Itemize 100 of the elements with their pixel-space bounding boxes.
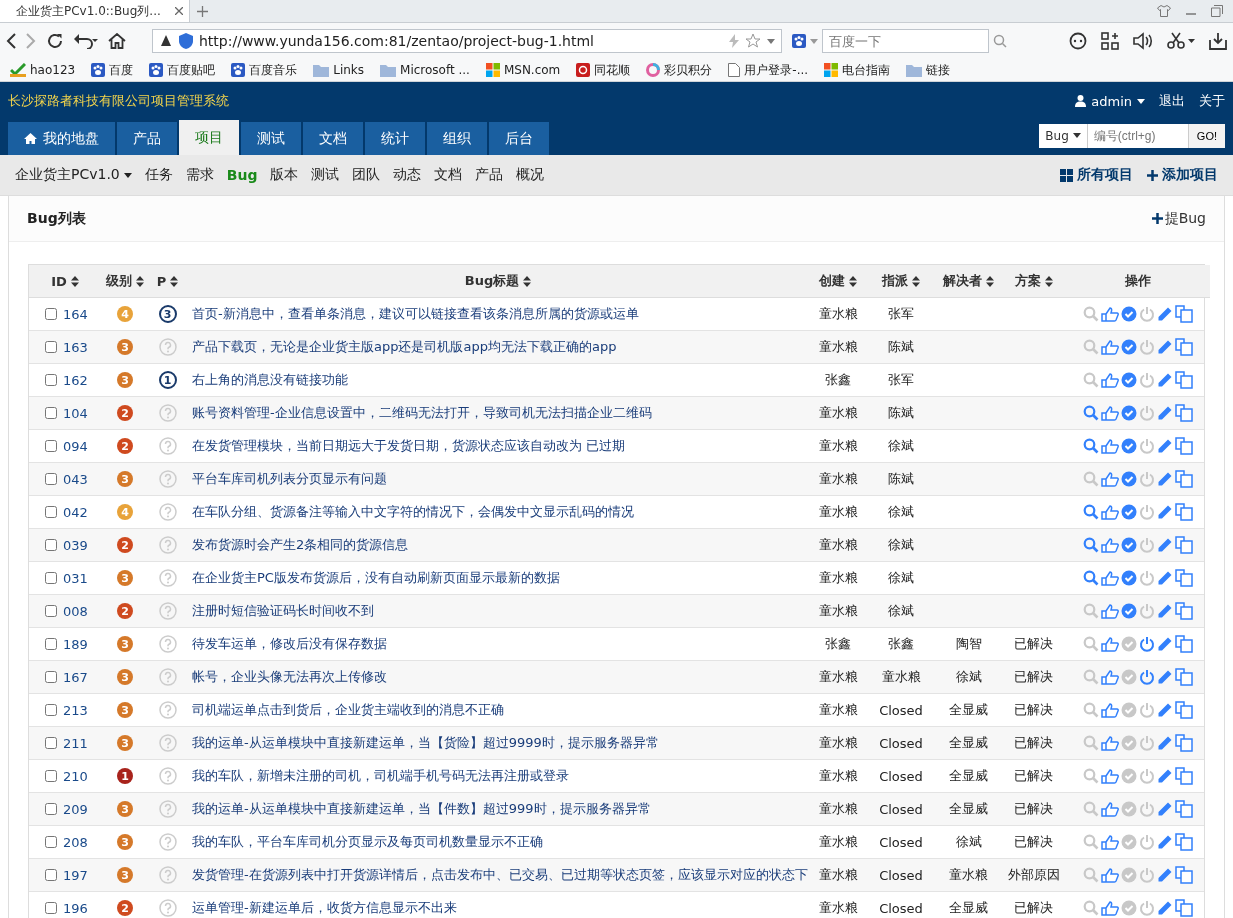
check-circle-icon[interactable] — [1121, 570, 1137, 586]
chat-icon[interactable] — [1069, 32, 1087, 50]
type-dropdown[interactable]: Bug — [1039, 123, 1088, 148]
column-header[interactable]: 方案 — [1001, 265, 1066, 298]
subnav-item[interactable]: 产品 — [475, 166, 504, 184]
copy-icon[interactable] — [1175, 536, 1193, 554]
check-circle-icon[interactable] — [1121, 405, 1137, 421]
bug-id-link[interactable]: 167 — [63, 669, 88, 685]
copy-icon[interactable] — [1175, 503, 1193, 521]
nav-tab[interactable]: 后台 — [489, 122, 549, 155]
back-icon[interactable] — [6, 33, 16, 49]
bug-title-link[interactable]: 我的运单-从运单模块中直接新建运单，当【货险】超过9999时，提示服务器异常 — [192, 734, 659, 752]
thumbs-up-icon[interactable] — [1101, 537, 1119, 553]
search-icon[interactable] — [1083, 537, 1099, 553]
reload-icon[interactable] — [46, 32, 64, 50]
power-icon[interactable] — [1139, 636, 1155, 652]
bug-id-link[interactable]: 039 — [63, 537, 88, 553]
row-checkbox[interactable] — [45, 374, 57, 386]
pencil-icon[interactable] — [1157, 669, 1173, 685]
thumbs-up-icon[interactable] — [1101, 636, 1119, 652]
search-field[interactable]: 编号(ctrl+g) — [1087, 123, 1188, 148]
row-checkbox[interactable] — [45, 539, 57, 551]
thumbs-up-icon[interactable] — [1101, 768, 1119, 784]
sort-icon[interactable] — [136, 275, 144, 287]
check-circle-icon[interactable] — [1121, 504, 1137, 520]
bookmark[interactable]: Microsoft ... — [374, 63, 476, 77]
row-checkbox[interactable] — [45, 704, 57, 716]
add-project-link[interactable]: 添加项目 — [1147, 166, 1218, 184]
subnav-item[interactable]: Bug — [226, 167, 258, 183]
go-button[interactable]: GO! — [1187, 123, 1225, 148]
row-checkbox[interactable] — [45, 869, 57, 881]
check-circle-icon[interactable] — [1121, 834, 1137, 850]
check-circle-icon[interactable] — [1121, 537, 1137, 553]
check-circle-icon[interactable] — [1121, 801, 1137, 817]
logout-link[interactable]: 退出 — [1159, 92, 1185, 110]
row-checkbox[interactable] — [45, 605, 57, 617]
bookmark[interactable]: 百度贴吧 — [143, 61, 222, 79]
thumbs-up-icon[interactable] — [1101, 702, 1119, 718]
search-icon[interactable] — [1083, 438, 1099, 454]
close-icon[interactable] — [175, 7, 183, 15]
table-row[interactable]: 209 3 我的运单-从运单模块中直接新建运单，当【件数】超过999时，提示服务器异常 童水粮 Closed 全显威 已解决 — [29, 793, 1204, 826]
check-circle-icon[interactable] — [1121, 768, 1137, 784]
thumbs-up-icon[interactable] — [1101, 504, 1119, 520]
bug-id-link[interactable]: 042 — [63, 504, 88, 520]
pencil-icon[interactable] — [1157, 438, 1173, 454]
search-icon[interactable] — [1083, 504, 1099, 520]
copy-icon[interactable] — [1175, 569, 1193, 587]
bug-id-link[interactable]: 043 — [63, 471, 88, 487]
bug-id-link[interactable]: 189 — [63, 636, 88, 652]
table-row[interactable]: 039 2 发布货源时会产生2条相同的货源信息 童水粮 徐斌 — [29, 529, 1204, 562]
copy-icon[interactable] — [1175, 701, 1193, 719]
copy-icon[interactable] — [1175, 833, 1193, 851]
nav-tab[interactable]: 产品 — [117, 122, 177, 155]
bug-id-link[interactable]: 008 — [63, 603, 88, 619]
thumbs-up-icon[interactable] — [1101, 669, 1119, 685]
check-circle-icon[interactable] — [1121, 438, 1137, 454]
thumbs-up-icon[interactable] — [1101, 570, 1119, 586]
about-link[interactable]: 关于 — [1199, 92, 1225, 110]
bug-title-link[interactable]: 司机端运单点击到货后，企业货主端收到的消息不正确 — [192, 701, 504, 719]
thumbs-up-icon[interactable] — [1101, 801, 1119, 817]
table-row[interactable]: 104 2 账号资料管理-企业信息设置中，二维码无法打开，导致司机无法扫描企业二维码 童水粮 陈斌 — [29, 397, 1204, 430]
nav-tab[interactable]: 测试 — [241, 122, 301, 155]
pencil-icon[interactable] — [1157, 834, 1173, 850]
shirt-icon[interactable] — [1157, 5, 1171, 17]
subnav-item[interactable]: 动态 — [393, 166, 422, 184]
check-circle-icon[interactable] — [1121, 339, 1137, 355]
thumbs-up-icon[interactable] — [1101, 603, 1119, 619]
column-header[interactable]: 解决者 — [936, 265, 1001, 298]
search-icon[interactable] — [993, 34, 1007, 48]
pencil-icon[interactable] — [1157, 900, 1173, 916]
forward-icon[interactable] — [26, 33, 36, 49]
row-checkbox[interactable] — [45, 737, 57, 749]
address-bar[interactable]: http://www.yunda156.com:81/zentao/project-bug-1.html — [152, 29, 782, 53]
copy-icon[interactable] — [1175, 866, 1193, 884]
check-circle-icon[interactable] — [1121, 372, 1137, 388]
check-circle-icon[interactable] — [1121, 471, 1137, 487]
nav-tab[interactable]: 文档 — [303, 122, 363, 155]
table-row[interactable]: 211 3 我的运单-从运单模块中直接新建运单，当【货险】超过9999时，提示服务器异常 童水粮 Closed 全显威 已解决 — [29, 727, 1204, 760]
bug-id-link[interactable]: 196 — [63, 900, 88, 916]
nav-tab[interactable]: 组织 — [427, 122, 487, 155]
copy-icon[interactable] — [1175, 404, 1193, 422]
undo-icon[interactable] — [74, 33, 98, 49]
table-row[interactable]: 197 3 发货管理-在货源列表中打开货源详情后，点击发布中、已交易、已过期等状态页签，应该显示对应的状态下 童水粮 Closed 童水粮 外部原因 — [29, 859, 1204, 892]
thumbs-up-icon[interactable] — [1101, 471, 1119, 487]
pencil-icon[interactable] — [1157, 702, 1173, 718]
search-icon[interactable] — [1083, 570, 1099, 586]
bug-title-link[interactable]: 右上角的消息没有链接功能 — [192, 371, 348, 389]
bookmark[interactable]: hao123 — [4, 63, 82, 77]
pencil-icon[interactable] — [1157, 768, 1173, 784]
copy-icon[interactable] — [1175, 371, 1193, 389]
bug-title-link[interactable]: 我的车队，平台车库司机分页显示及每页司机数量显示不正确 — [192, 833, 543, 851]
check-circle-icon[interactable] — [1121, 702, 1137, 718]
thumbs-up-icon[interactable] — [1101, 306, 1119, 322]
bug-title-link[interactable]: 发布货源时会产生2条相同的货源信息 — [192, 536, 409, 554]
bookmark[interactable]: 电台指南 — [818, 61, 897, 79]
bookmark[interactable]: 用户登录-... — [722, 61, 815, 79]
row-checkbox[interactable] — [45, 572, 57, 584]
bug-id-link[interactable]: 164 — [63, 306, 88, 322]
table-row[interactable]: 043 3 平台车库司机列表分页显示有问题 童水粮 陈斌 — [29, 463, 1204, 496]
speaker-icon[interactable] — [1133, 32, 1153, 50]
